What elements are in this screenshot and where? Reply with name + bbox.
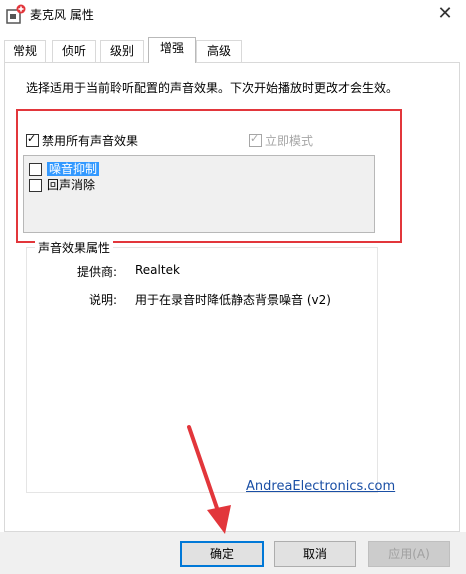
dialog-footer: 确定 取消 应用(A) <box>0 532 466 574</box>
effect-description-value: 用于在录音时降低静态背景噪音 (v2) <box>135 293 331 307</box>
close-button[interactable]: ✕ <box>432 2 458 26</box>
echo-cancellation-checkbox[interactable] <box>29 179 42 192</box>
immediate-mode-checkbox[interactable] <box>249 132 262 147</box>
tab-advanced[interactable]: 高级 <box>196 40 242 62</box>
provider-label: 提供商: <box>77 265 118 279</box>
title-bar: 麦克风 属性 ✕ <box>0 0 466 30</box>
noise-suppression-checkbox[interactable] <box>29 163 42 176</box>
disable-all-effects-checkbox[interactable] <box>26 132 39 147</box>
effect-noise-suppression[interactable]: 噪音抑制 <box>29 161 229 177</box>
tab-levels[interactable]: 级别 <box>100 40 144 62</box>
tab-enhancements[interactable]: 增强 <box>148 37 196 63</box>
window-title: 麦克风 属性 <box>30 8 94 22</box>
disable-all-effects-label[interactable]: 禁用所有声音效果 <box>42 134 138 148</box>
tab-listen[interactable]: 侦听 <box>52 40 96 62</box>
immediate-mode-label: 立即模式 <box>265 134 314 148</box>
tab-strip: 常规 侦听 级别 增强 高级 <box>0 30 466 64</box>
enhancements-description: 选择适用于当前聆听配置的声音效果。下次开始播放时更改才会生效。 <box>26 81 399 95</box>
provider-value: Realtek <box>135 263 180 277</box>
ok-button[interactable]: 确定 <box>180 541 264 567</box>
apply-button[interactable]: 应用(A) <box>368 541 450 567</box>
cancel-button[interactable]: 取消 <box>274 541 356 567</box>
effects-list[interactable]: 噪音抑制 回声消除 <box>23 155 375 233</box>
enhancements-panel: 选择适用于当前聆听配置的声音效果。下次开始播放时更改才会生效。 禁用所有声音效果… <box>4 62 460 532</box>
effect-properties-title: 声音效果属性 <box>35 239 114 256</box>
effect-description-label: 说明: <box>89 293 118 307</box>
tab-general[interactable]: 常规 <box>4 40 46 62</box>
effect-properties-group <box>26 247 378 493</box>
speaker-properties-icon <box>6 4 26 24</box>
noise-suppression-label[interactable]: 噪音抑制 <box>47 162 100 176</box>
effect-echo-cancellation[interactable]: 回声消除 <box>29 177 229 193</box>
vendor-link[interactable]: AndreaElectronics.com <box>246 479 395 494</box>
echo-cancellation-label[interactable]: 回声消除 <box>47 178 95 192</box>
